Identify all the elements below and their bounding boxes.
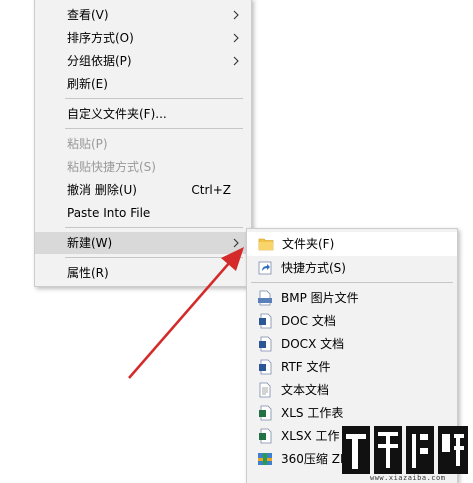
watermark-url: www.xiazaiba.com (370, 474, 446, 482)
annotation-arrow (128, 247, 244, 379)
